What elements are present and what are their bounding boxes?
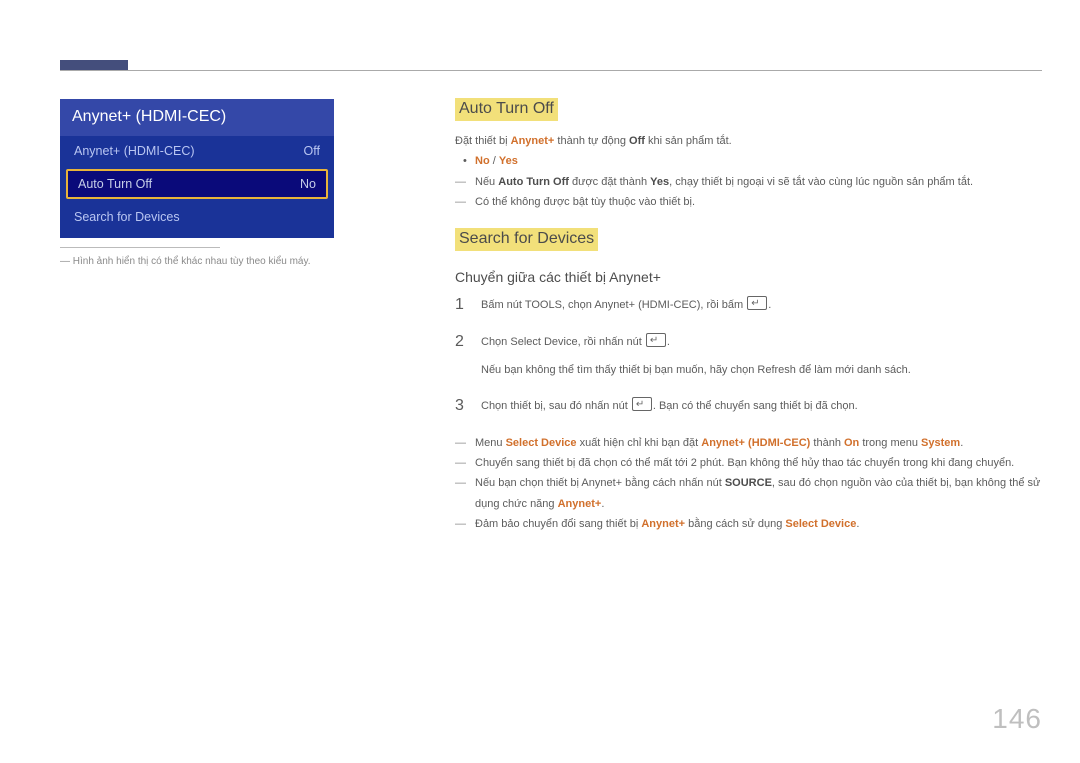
text: bằng cách sử dụng — [685, 518, 785, 530]
text: Bấm nút — [481, 299, 525, 311]
opt-yes: Yes — [499, 155, 518, 167]
heading-auto-turn-off: Auto Turn Off — [455, 98, 558, 121]
text: Chuyển sang thiết bị đã chọn có thể mất … — [475, 457, 1014, 469]
step-3: 3 Chọn thiết bị, sau đó nhấn nút . Bạn c… — [455, 396, 1045, 416]
text: Nếu — [475, 176, 498, 188]
step-text: Chọn Select Device, rồi nhấn nút . Nếu b… — [481, 332, 1045, 381]
enter-icon — [646, 333, 666, 347]
text: Menu — [475, 437, 506, 449]
text: thành — [810, 437, 844, 449]
panel-row-anynet[interactable]: Anynet+ (HDMI-CEC) Off — [60, 136, 334, 166]
text: Nếu bạn không thể tìm thấy thiết bị bạn … — [481, 364, 757, 376]
text: , chọn — [562, 299, 594, 311]
sub-heading-switch-devices: Chuyển giữa các thiết bị Anynet+ — [455, 269, 1045, 285]
panel-caption: ― Hình ảnh hiển thị có thể khác nhau tùy… — [60, 254, 334, 270]
panel-row-value: No — [300, 177, 316, 191]
heading-search-for-devices: Search for Devices — [455, 228, 598, 251]
kw-select-device: Select Device — [510, 336, 577, 348]
text: Chọn — [481, 336, 510, 348]
auto-turn-off-note-2: Có thể không được bật tùy thuộc vào thiế… — [455, 192, 1045, 212]
panel-row-label: Auto Turn Off — [78, 177, 152, 191]
search-note-4: Đảm bảo chuyển đổi sang thiết bị Anynet+… — [455, 514, 1045, 534]
header-tab-accent — [60, 60, 128, 70]
text: . — [960, 437, 963, 449]
text: . — [856, 518, 859, 530]
kw-source: SOURCE — [725, 477, 772, 489]
text: Có thể không được bật tùy thuộc vào thiế… — [475, 196, 695, 208]
caption-text: Hình ảnh hiển thị có thể khác nhau tùy t… — [73, 256, 311, 267]
kw-anynet-hdmi-cec: Anynet+ (HDMI-CEC) — [594, 299, 700, 311]
kw-on: On — [844, 437, 859, 449]
search-note-3: Nếu bạn chọn thiết bị Anynet+ bằng cách … — [455, 473, 1045, 514]
text: / — [490, 155, 499, 167]
text: . — [601, 498, 604, 510]
text: Chọn thiết bị, sau đó nhấn nút — [481, 400, 631, 412]
kw-anynet-hdmi-cec: Anynet+ (HDMI-CEC) — [701, 437, 810, 449]
panel-body: Anynet+ (HDMI-CEC) Off Auto Turn Off No … — [60, 136, 334, 238]
text: Đảm bảo chuyển đổi sang thiết bị — [475, 518, 641, 530]
text: . — [768, 299, 771, 311]
step-number: 1 — [455, 295, 481, 315]
search-note-2: Chuyển sang thiết bị đã chọn có thể mất … — [455, 453, 1045, 473]
text: , chạy thiết bị ngoại vi sẽ tắt vào cùng… — [669, 176, 973, 188]
step-2: 2 Chọn Select Device, rồi nhấn nút . Nếu… — [455, 332, 1045, 381]
auto-turn-off-intro: Đặt thiết bị Anynet+ thành tự động Off k… — [455, 131, 1045, 151]
step-number: 2 — [455, 332, 481, 381]
text: . — [667, 336, 670, 348]
panel-title: Anynet+ (HDMI-CEC) — [60, 99, 334, 136]
kw-refresh: Refresh — [757, 364, 796, 376]
step-1: 1 Bấm nút TOOLS, chọn Anynet+ (HDMI-CEC)… — [455, 295, 1045, 315]
kw-anynet: Anynet+ — [511, 135, 555, 147]
text: thành tự động — [554, 135, 629, 147]
content-column: Auto Turn Off Đặt thiết bị Anynet+ thành… — [455, 98, 1045, 534]
auto-turn-off-options: No / Yes — [455, 151, 1045, 171]
enter-icon — [632, 397, 652, 411]
kw-off: Off — [629, 135, 645, 147]
kw-anynet: Anynet+ — [641, 518, 685, 530]
kw-select-device: Select Device — [785, 518, 856, 530]
settings-panel: Anynet+ (HDMI-CEC) Anynet+ (HDMI-CEC) Of… — [60, 99, 334, 270]
page-number: 146 — [992, 703, 1042, 735]
text: Đặt thiết bị — [455, 135, 511, 147]
step-text: Chọn thiết bị, sau đó nhấn nút . Bạn có … — [481, 396, 1045, 416]
kw-anynet: Anynet+ — [558, 498, 602, 510]
text: trong menu — [859, 437, 921, 449]
text: , rồi bấm — [700, 299, 746, 311]
panel-row-auto-turn-off[interactable]: Auto Turn Off No — [66, 169, 328, 199]
kw-yes: Yes — [650, 176, 669, 188]
step-text: Bấm nút TOOLS, chọn Anynet+ (HDMI-CEC), … — [481, 295, 1045, 315]
text: khi sản phẩm tắt. — [645, 135, 732, 147]
text: , rồi nhấn nút — [578, 336, 645, 348]
kw-tools: TOOLS — [525, 299, 562, 311]
panel-row-label: Search for Devices — [74, 210, 180, 224]
text: . Bạn có thể chuyển sang thiết bị đã chọ… — [653, 400, 858, 412]
caption-dash: ― — [60, 256, 70, 267]
kw-auto-turn-off: Auto Turn Off — [498, 176, 569, 188]
search-note-1: Menu Select Device xuất hiện chỉ khi bạn… — [455, 433, 1045, 453]
text: được đặt thành — [569, 176, 650, 188]
step-number: 3 — [455, 396, 481, 416]
panel-row-label: Anynet+ (HDMI-CEC) — [74, 144, 195, 158]
panel-row-value: Off — [304, 144, 320, 158]
text: để làm mới danh sách. — [796, 364, 911, 376]
enter-icon — [747, 296, 767, 310]
kw-select-device: Select Device — [506, 437, 577, 449]
text: xuất hiện chỉ khi bạn đặt — [577, 437, 702, 449]
auto-turn-off-note-1: Nếu Auto Turn Off được đặt thành Yes, ch… — [455, 172, 1045, 192]
panel-caption-divider — [60, 247, 220, 248]
text: Nếu bạn chọn thiết bị Anynet+ bằng cách … — [475, 477, 725, 489]
panel-row-search-devices[interactable]: Search for Devices — [60, 202, 334, 232]
opt-no: No — [475, 155, 490, 167]
kw-system: System — [921, 437, 960, 449]
header-rule — [60, 70, 1042, 71]
